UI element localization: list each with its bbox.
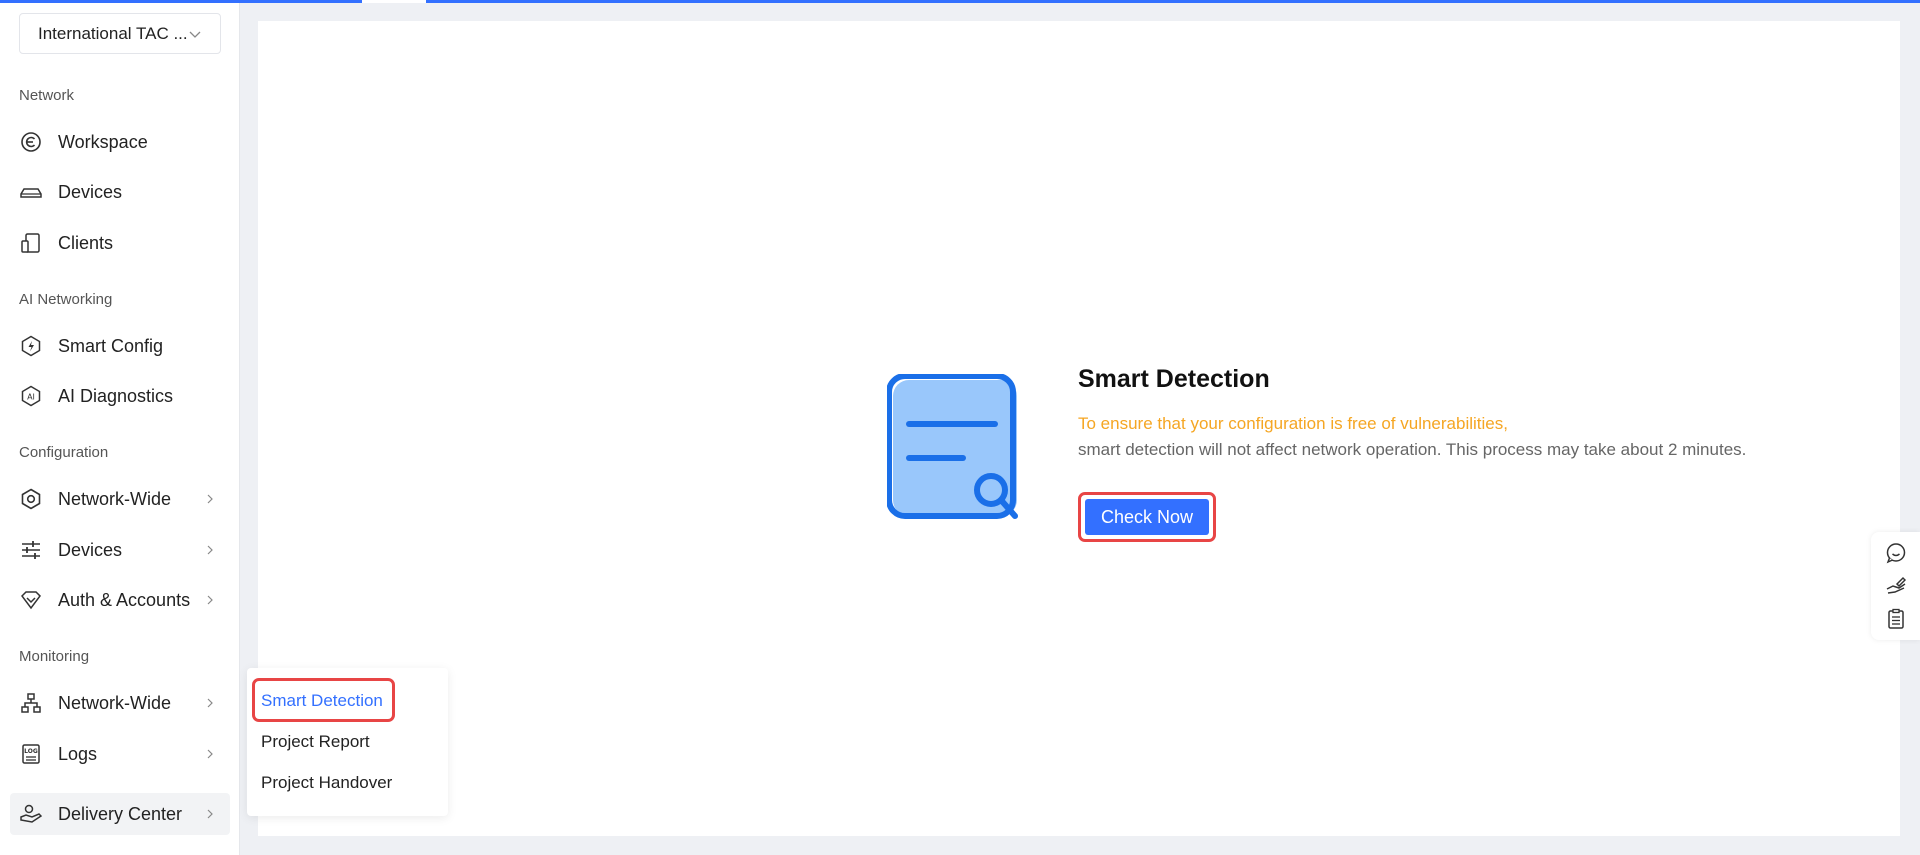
section-title-network: Network xyxy=(19,87,75,104)
sidebar-item-label: Delivery Center xyxy=(58,803,183,824)
sidebar-item-monitor-network-wide[interactable]: Network-Wide xyxy=(10,682,230,724)
smart-config-icon xyxy=(19,334,43,358)
sidebar: International TAC ... Network Workspace … xyxy=(0,0,240,855)
chevron-right-icon xyxy=(207,809,213,819)
submenu-item-project-handover[interactable]: Project Handover xyxy=(261,773,392,793)
logs-icon: LOG xyxy=(19,742,43,766)
chevron-right-icon xyxy=(207,698,213,708)
sidebar-item-auth-accounts[interactable]: Auth & Accounts xyxy=(10,579,230,621)
warning-text: To ensure that your configuration is fre… xyxy=(1078,414,1508,433)
sidebar-item-label: Auth & Accounts xyxy=(58,589,191,610)
sidebar-item-label: Devices xyxy=(58,181,123,202)
sidebar-item-devices[interactable]: Devices xyxy=(10,171,230,213)
submenu-item-smart-detection[interactable]: Smart Detection xyxy=(261,691,383,711)
floating-toolbar xyxy=(1871,532,1920,640)
check-now-button[interactable]: Check Now xyxy=(1085,499,1209,535)
chat-icon[interactable] xyxy=(1885,542,1907,564)
sidebar-item-delivery-center[interactable]: Delivery Center xyxy=(10,793,230,835)
chevron-right-icon xyxy=(207,595,213,605)
clients-icon xyxy=(19,231,43,255)
organization-select-value: International TAC ... xyxy=(38,23,188,43)
section-title-configuration: Configuration xyxy=(19,444,109,461)
feedback-icon[interactable] xyxy=(1885,575,1907,597)
check-now-highlight: Check Now xyxy=(1078,492,1216,542)
sidebar-item-label: Clients xyxy=(58,232,114,253)
sidebar-item-ai-diagnostics[interactable]: AI AI Diagnostics xyxy=(10,375,230,417)
topology-icon xyxy=(19,691,43,715)
organization-select[interactable]: International TAC ... xyxy=(19,13,221,54)
devices-icon xyxy=(19,180,43,204)
sidebar-item-label: AI Diagnostics xyxy=(58,385,174,406)
svg-text:LOG: LOG xyxy=(24,748,38,755)
delivery-icon xyxy=(19,802,43,826)
sidebar-item-config-devices[interactable]: Devices xyxy=(10,529,230,571)
section-title-monitoring: Monitoring xyxy=(19,648,90,665)
main-content: Smart Detection To ensure that your conf… xyxy=(258,21,1900,836)
top-progress-bar xyxy=(0,0,1920,3)
sidebar-item-logs[interactable]: LOG Logs xyxy=(10,733,230,775)
submenu-item-project-report[interactable]: Project Report xyxy=(261,732,370,752)
document-search-icon xyxy=(887,374,1018,519)
shield-icon xyxy=(19,588,43,612)
sidebar-item-workspace[interactable]: Workspace xyxy=(10,121,230,163)
sidebar-item-label: Devices xyxy=(58,539,123,560)
sidebar-item-label: Logs xyxy=(58,743,98,764)
ai-diagnostics-icon: AI xyxy=(19,384,43,408)
sidebar-item-label: Smart Config xyxy=(58,335,164,356)
gear-icon xyxy=(19,487,43,511)
detection-panel: Smart Detection To ensure that your conf… xyxy=(1078,365,1858,542)
svg-text:AI: AI xyxy=(27,393,35,402)
clipboard-icon[interactable] xyxy=(1885,608,1907,630)
sidebar-item-smart-config[interactable]: Smart Config xyxy=(10,325,230,367)
description-text: smart detection will not affect network … xyxy=(1078,440,1747,459)
sidebar-item-label: Network-Wide xyxy=(58,692,172,713)
chevron-right-icon xyxy=(207,749,213,759)
delivery-center-submenu: Smart Detection Project Report Project H… xyxy=(247,668,448,816)
sidebar-item-config-network-wide[interactable]: Network-Wide xyxy=(10,478,230,520)
chevron-right-icon xyxy=(207,494,213,504)
chevron-right-icon xyxy=(207,545,213,555)
sidebar-item-label: Network-Wide xyxy=(58,488,172,509)
page-title: Smart Detection xyxy=(1078,365,1270,393)
top-tab-indicator xyxy=(362,0,426,3)
workspace-icon xyxy=(19,130,43,154)
section-title-ai-networking: AI Networking xyxy=(19,291,113,308)
sidebar-item-label: Workspace xyxy=(58,131,148,152)
sliders-icon xyxy=(19,538,43,562)
sidebar-item-clients[interactable]: Clients xyxy=(10,222,230,264)
chevron-down-icon xyxy=(189,31,201,38)
